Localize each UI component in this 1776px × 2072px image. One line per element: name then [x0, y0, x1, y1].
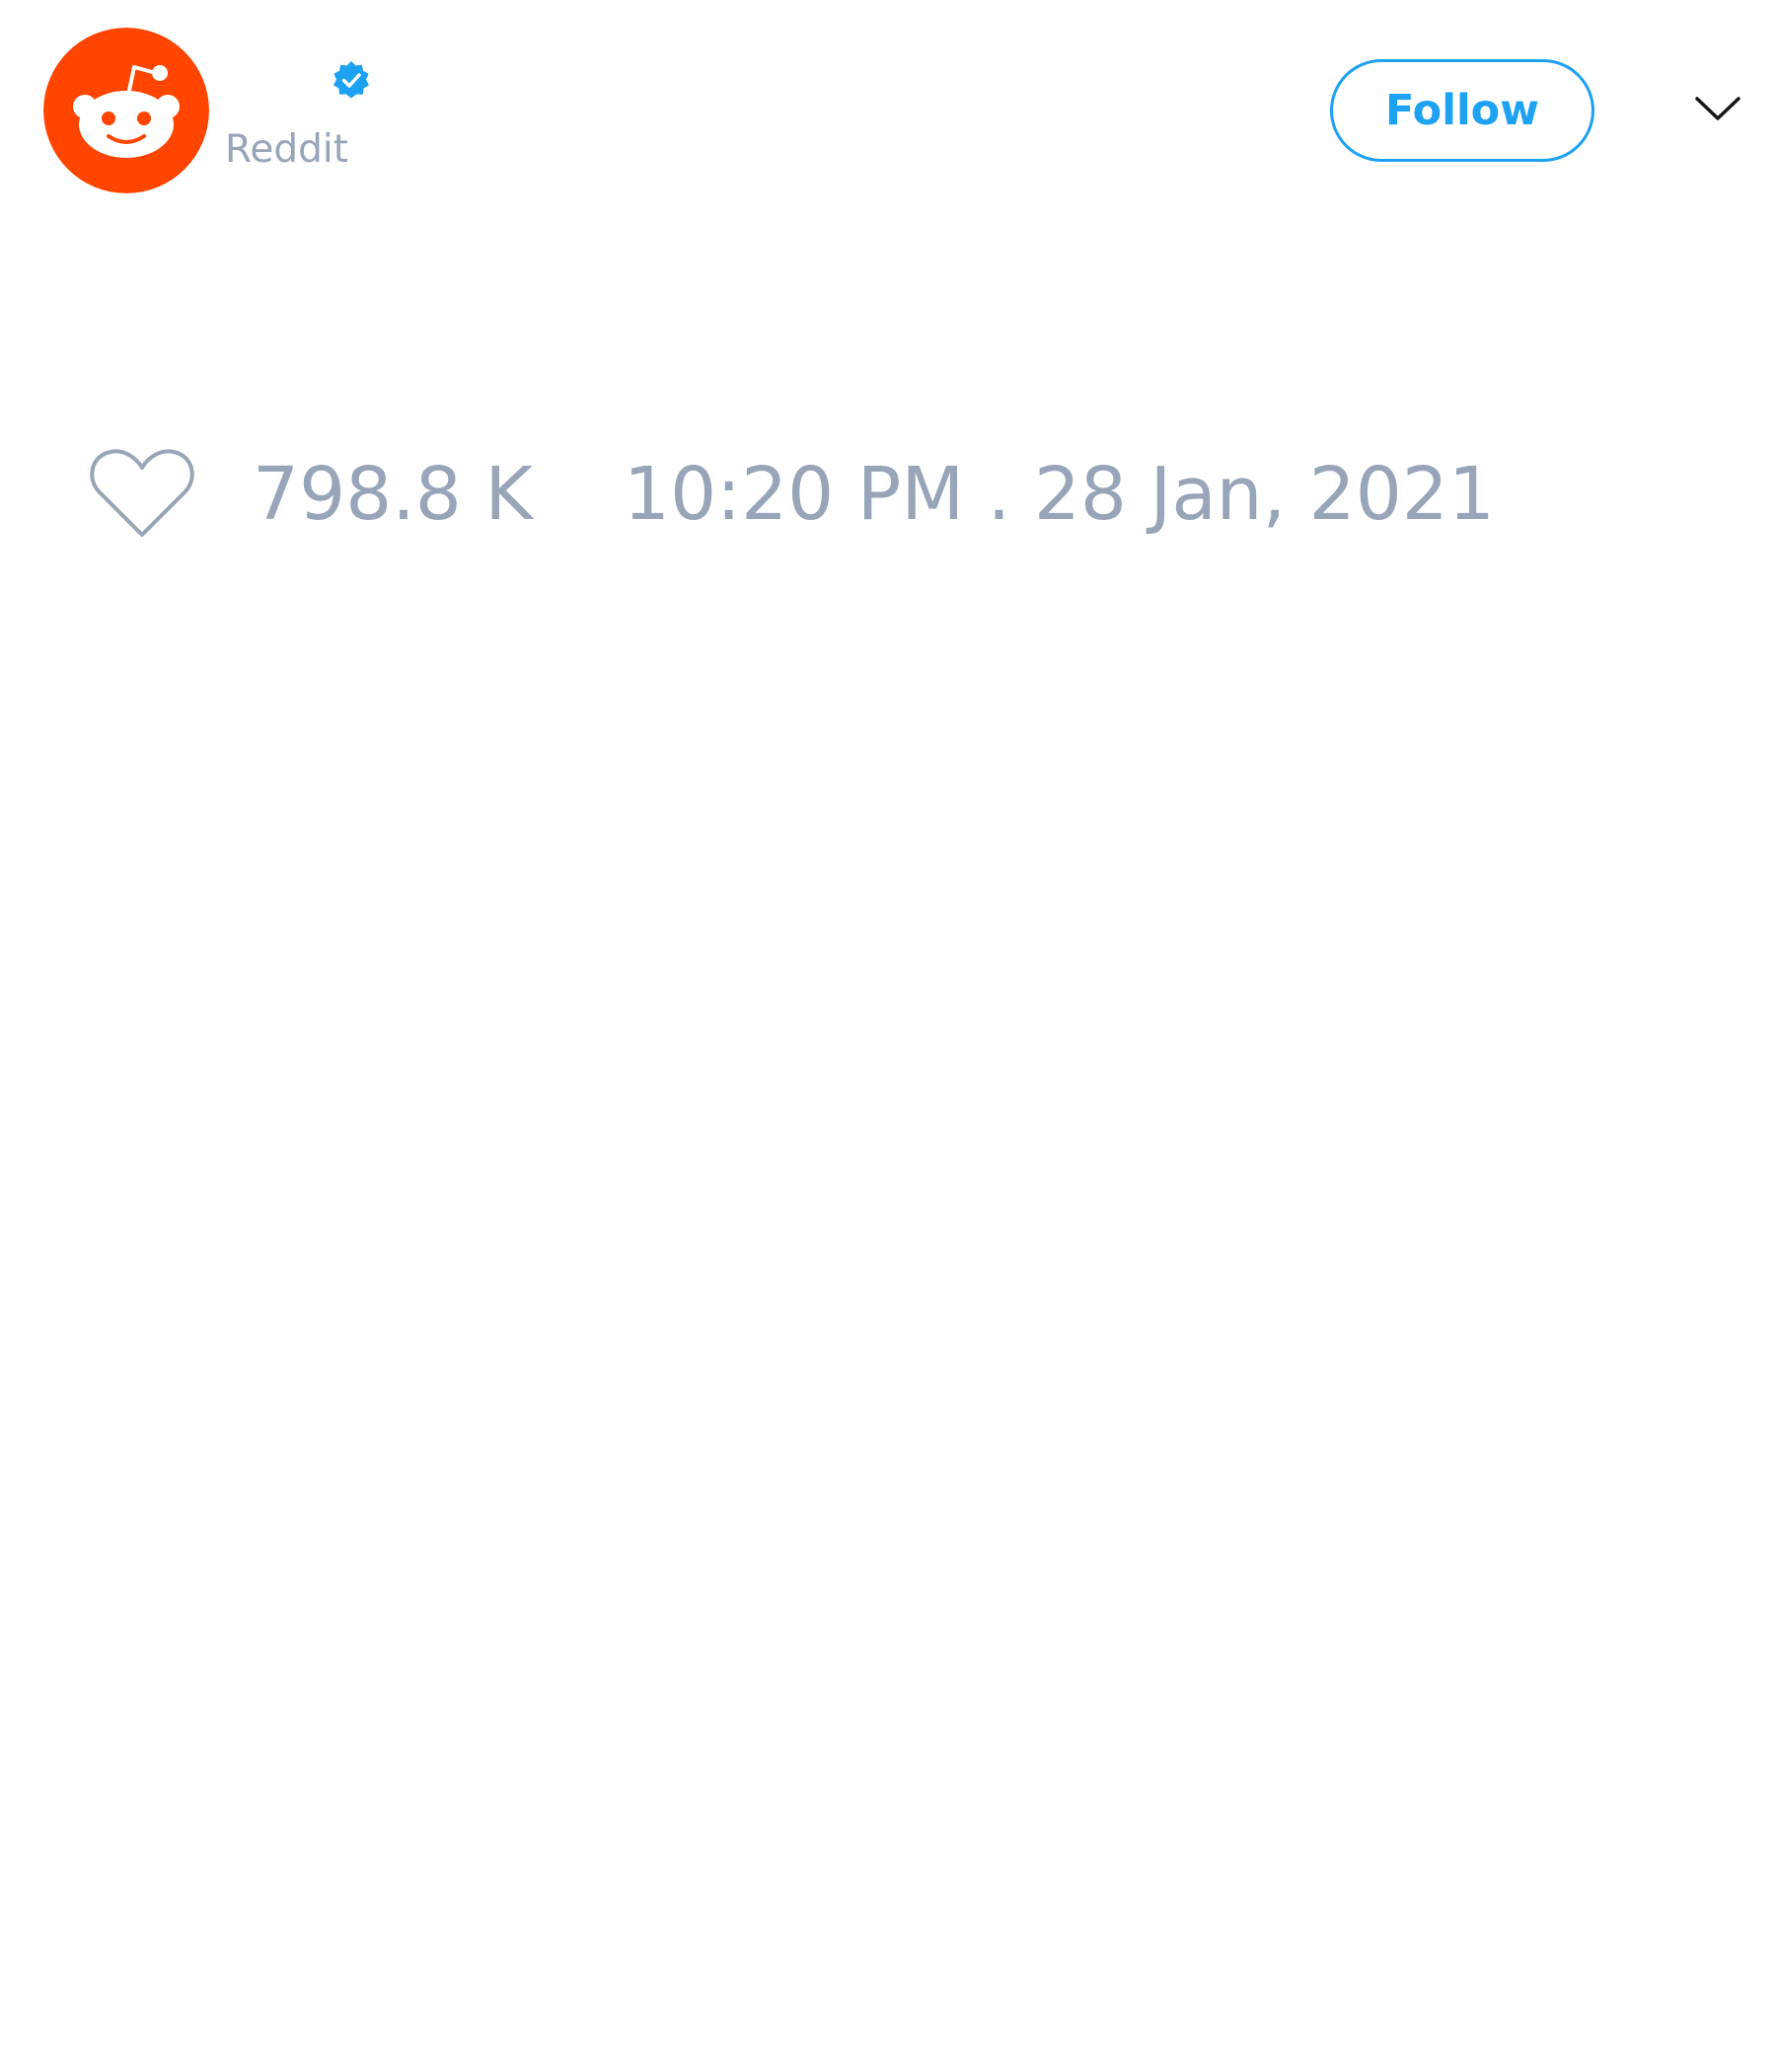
- chevron-down-icon[interactable]: [1693, 89, 1742, 128]
- like-count: 798.8 K: [253, 452, 533, 537]
- avatar[interactable]: [43, 28, 209, 193]
- heart-icon[interactable]: [89, 446, 195, 541]
- follow-button[interactable]: Follow: [1330, 59, 1594, 162]
- author-handle[interactable]: Reddit: [225, 126, 348, 174]
- verified-badge-icon: [330, 59, 373, 103]
- reddit-snoo-icon: [43, 28, 209, 193]
- tweet-timestamp[interactable]: 10:20 PM . 28 Jan, 2021: [624, 452, 1495, 537]
- tweet-card: Reddit Follow 798.8 K 10:20 PM . 28 Jan,…: [0, 0, 1776, 2072]
